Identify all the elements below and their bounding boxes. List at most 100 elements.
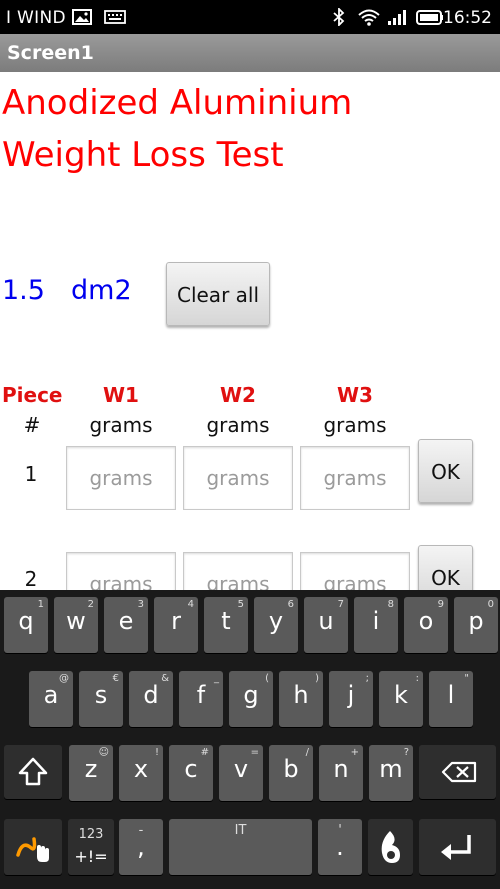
key-a-label: a [43,681,59,709]
area-value: 1.5 [2,275,45,306]
piece-header: Piece [2,383,63,407]
status-bar: I WIND 16:52 [0,0,500,34]
backspace-icon [441,761,477,783]
w3-header: W3 [337,383,373,407]
area-unit: dm2 [71,275,132,306]
key-g-label: g [243,681,259,709]
key-i[interactable]: 8i [354,597,398,653]
w1-unit-label: grams [89,413,153,437]
row-2-number: 2 [24,567,38,590]
key-j[interactable]: ; j [329,671,373,727]
row-1-w1-input[interactable]: grams [66,446,176,510]
symbols-key[interactable]: 123 +!= [68,819,114,875]
key-b-label: b [283,755,299,783]
piece-number-header: # [23,413,41,437]
clock: 16:52 [443,8,492,28]
space-key-language: IT [234,823,247,838]
key-l[interactable]: " l [429,671,473,727]
key-d[interactable]: & d [129,671,173,727]
w2-header: W2 [220,383,256,407]
soft-keyboard: 123 +!= - , IT ' . 1 q 2 w 3 e 4 r 5 t 6 y 7 u 8 i 9 o 0 p @… [0,590,500,889]
row-1-w2-input[interactable]: grams [183,446,293,510]
key-m[interactable]: ? m [369,745,413,801]
enter-key[interactable] [419,819,496,875]
row-2-ok-button[interactable]: OK [418,545,473,590]
comma-key[interactable]: - , [119,819,163,875]
key-v[interactable]: = v [219,745,263,801]
key-q-label: q [18,607,34,635]
screen-title: Screen1 [7,42,94,64]
app-content: Anodized Aluminium Weight Loss Test 1.5 … [0,72,500,590]
key-n[interactable]: + n [319,745,363,801]
key-r-label: r [171,607,181,635]
key-r[interactable]: 4r [154,597,198,653]
key-t-label: t [221,607,231,635]
key-f-label: f [196,681,206,709]
row-2-w1-input[interactable]: grams [66,552,176,590]
w1-header: W1 [103,383,139,407]
heading-line-1: Anodized Aluminium [2,83,353,123]
key-z[interactable]: ☺ z [69,745,113,801]
key-w[interactable]: 2w [54,597,98,653]
row-1-ok-button[interactable]: OK [418,439,473,503]
key-j-label: j [347,681,355,709]
key-y[interactable]: 6y [254,597,298,653]
w3-unit-label: grams [323,413,387,437]
key-p[interactable]: 0p [454,597,498,653]
key-z-label: z [84,755,98,783]
key-s[interactable]: € s [79,671,123,727]
clear-all-button[interactable]: Clear all [166,262,270,326]
carrier-label: I WIND [6,8,66,28]
key-t[interactable]: 5t [204,597,248,653]
key-m-label: m [379,755,403,783]
key-c-label: c [184,755,198,783]
comma-key-label: , [137,833,145,861]
shift-key[interactable] [4,745,62,799]
title-bar: Screen1 [0,34,500,72]
key-h[interactable]: ) h [279,671,323,727]
symbols-key-bottom: +!= [74,847,108,866]
key-f[interactable]: _ f [179,671,223,727]
key-a[interactable]: @ a [29,671,73,727]
swype-key[interactable] [4,819,62,875]
period-key[interactable]: ' . [318,819,362,875]
key-c[interactable]: # c [169,745,213,801]
symbols-key-top: 123 [78,827,104,842]
voice-input-icon [381,831,400,863]
key-i-label: i [372,607,380,635]
key-b[interactable]: / b [269,745,313,801]
period-key-label: . [336,833,344,861]
key-l-label: l [447,681,455,709]
wifi-icon [358,9,380,26]
swype-logo-icon [16,837,49,862]
key-u[interactable]: 7u [304,597,348,653]
key-h-label: h [293,681,309,709]
key-e-label: e [118,607,134,635]
key-v-label: v [233,755,249,783]
backspace-key[interactable] [419,745,496,799]
key-x[interactable]: ! x [119,745,163,801]
row-1-w3-input[interactable]: grams [300,446,410,510]
row-2-w2-input[interactable]: grams [183,552,293,590]
dragon-voice-key[interactable] [368,819,413,875]
battery-icon [416,10,443,25]
key-s-label: s [94,681,108,709]
key-n-label: n [333,755,349,783]
signal-icon [388,10,406,25]
key-q[interactable]: 1q [4,597,48,653]
key-o[interactable]: 9o [404,597,448,653]
enter-icon [441,835,471,860]
row-1-number: 1 [24,462,38,486]
key-x-label: x [133,755,149,783]
space-key[interactable]: IT [169,819,312,875]
key-e[interactable]: 3e [104,597,148,653]
key-g[interactable]: (g [229,671,273,727]
key-k-label: k [394,681,408,709]
key-p-label: p [468,607,484,635]
w2-unit-label: grams [206,413,270,437]
key-o-label: o [418,607,434,635]
key-k[interactable]: :k [379,671,423,727]
keyboard-status-icon [104,10,126,24]
row-2-w3-input[interactable]: grams [300,552,410,590]
key-y-label: y [268,607,284,635]
